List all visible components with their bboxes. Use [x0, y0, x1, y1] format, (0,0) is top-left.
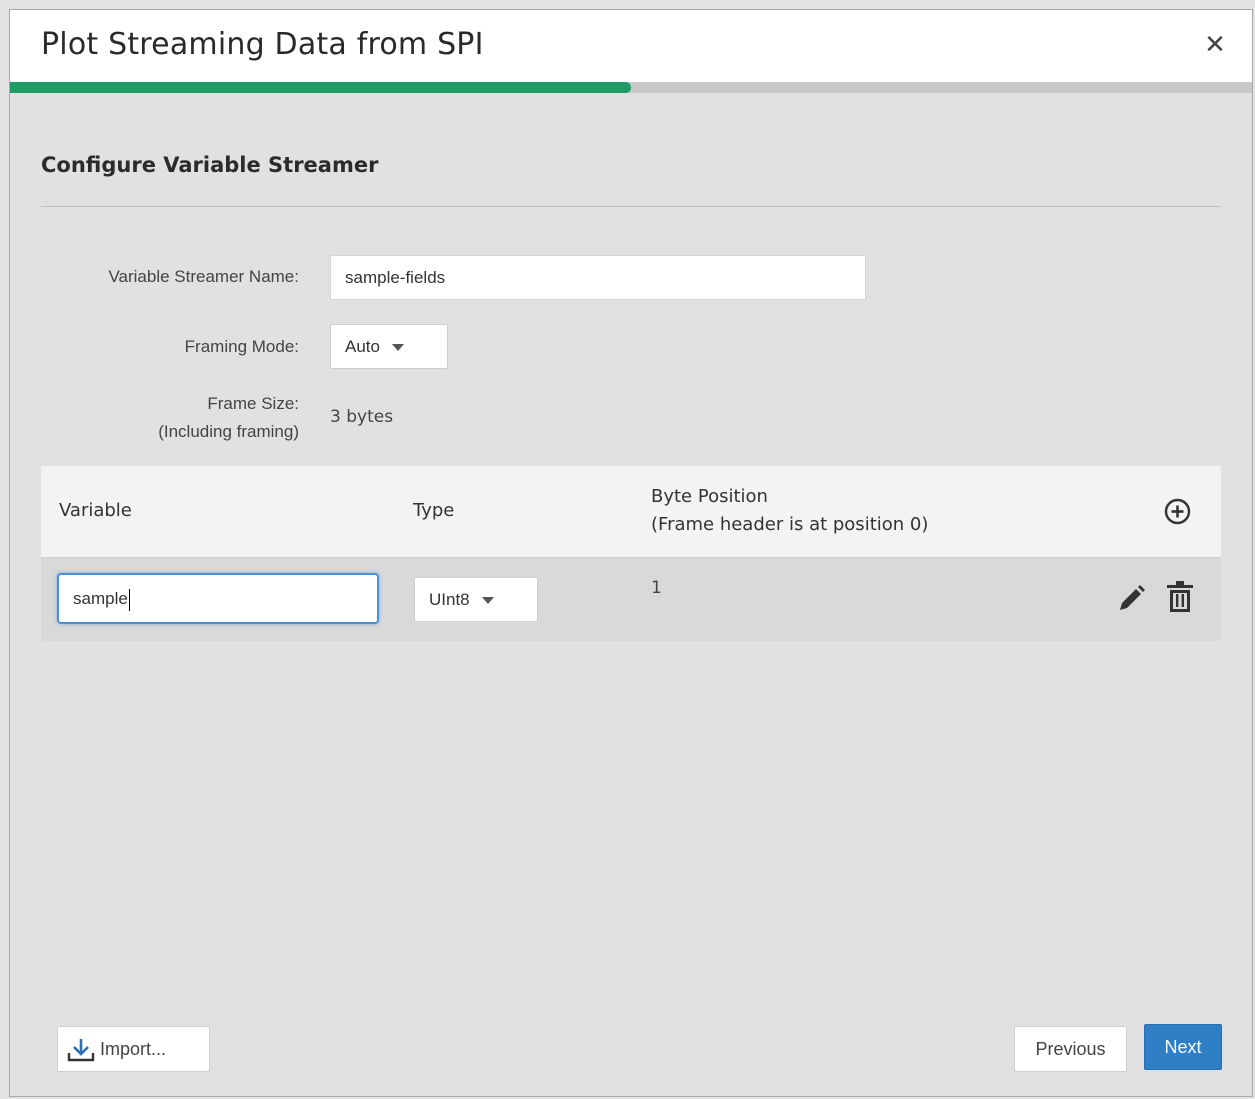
section-divider — [41, 206, 1221, 207]
download-icon — [67, 1039, 95, 1062]
variables-table-header: Variable Type Byte Position (Frame heade… — [41, 466, 1221, 558]
streaming-wizard-dialog: Plot Streaming Data from SPI ✕ Configure… — [9, 9, 1253, 1097]
streamer-name-input[interactable]: sample-fields — [330, 255, 866, 300]
column-header-byte-position-note: (Frame header is at position 0) — [651, 514, 929, 535]
byte-position-value: 1 — [651, 578, 662, 598]
frame-size-value: 3 bytes — [330, 407, 394, 427]
trash-icon[interactable] — [1165, 580, 1195, 614]
variable-type-select[interactable]: UInt8 — [414, 577, 538, 622]
import-button[interactable]: Import... — [57, 1026, 210, 1072]
chevron-down-icon — [481, 597, 494, 605]
import-button-label: Import... — [100, 1039, 167, 1059]
frame-size-sublabel: (Including framing) — [158, 422, 299, 441]
chevron-down-icon — [391, 344, 404, 352]
column-header-type: Type — [413, 500, 455, 521]
wizard-progress-fill — [10, 82, 631, 93]
streamer-name-label: Variable Streamer Name: — [108, 267, 299, 286]
add-circle-icon[interactable] — [1164, 498, 1191, 525]
column-header-variable: Variable — [59, 500, 132, 521]
table-row: sample UInt8 1 — [41, 558, 1221, 641]
variable-type-value: UInt8 — [429, 590, 470, 609]
text-cursor — [128, 588, 130, 611]
framing-mode-select[interactable]: Auto — [330, 324, 448, 369]
variable-name-input[interactable]: sample — [57, 573, 379, 624]
pencil-icon[interactable] — [1116, 582, 1146, 614]
dialog-title: Plot Streaming Data from SPI — [41, 27, 484, 62]
framing-mode-label: Framing Mode: — [184, 337, 299, 356]
close-icon[interactable]: ✕ — [1200, 30, 1230, 60]
framing-mode-value: Auto — [345, 337, 380, 356]
dialog-titlebar: Plot Streaming Data from SPI ✕ — [10, 10, 1252, 82]
wizard-progress-bar — [10, 82, 1252, 93]
variable-name-value: sample — [73, 589, 128, 608]
previous-button[interactable]: Previous — [1014, 1026, 1127, 1072]
column-header-byte-position: Byte Position — [651, 486, 768, 507]
section-title: Configure Variable Streamer — [41, 153, 379, 177]
frame-size-label: Frame Size: — [207, 394, 299, 413]
next-button[interactable]: Next — [1144, 1024, 1222, 1070]
